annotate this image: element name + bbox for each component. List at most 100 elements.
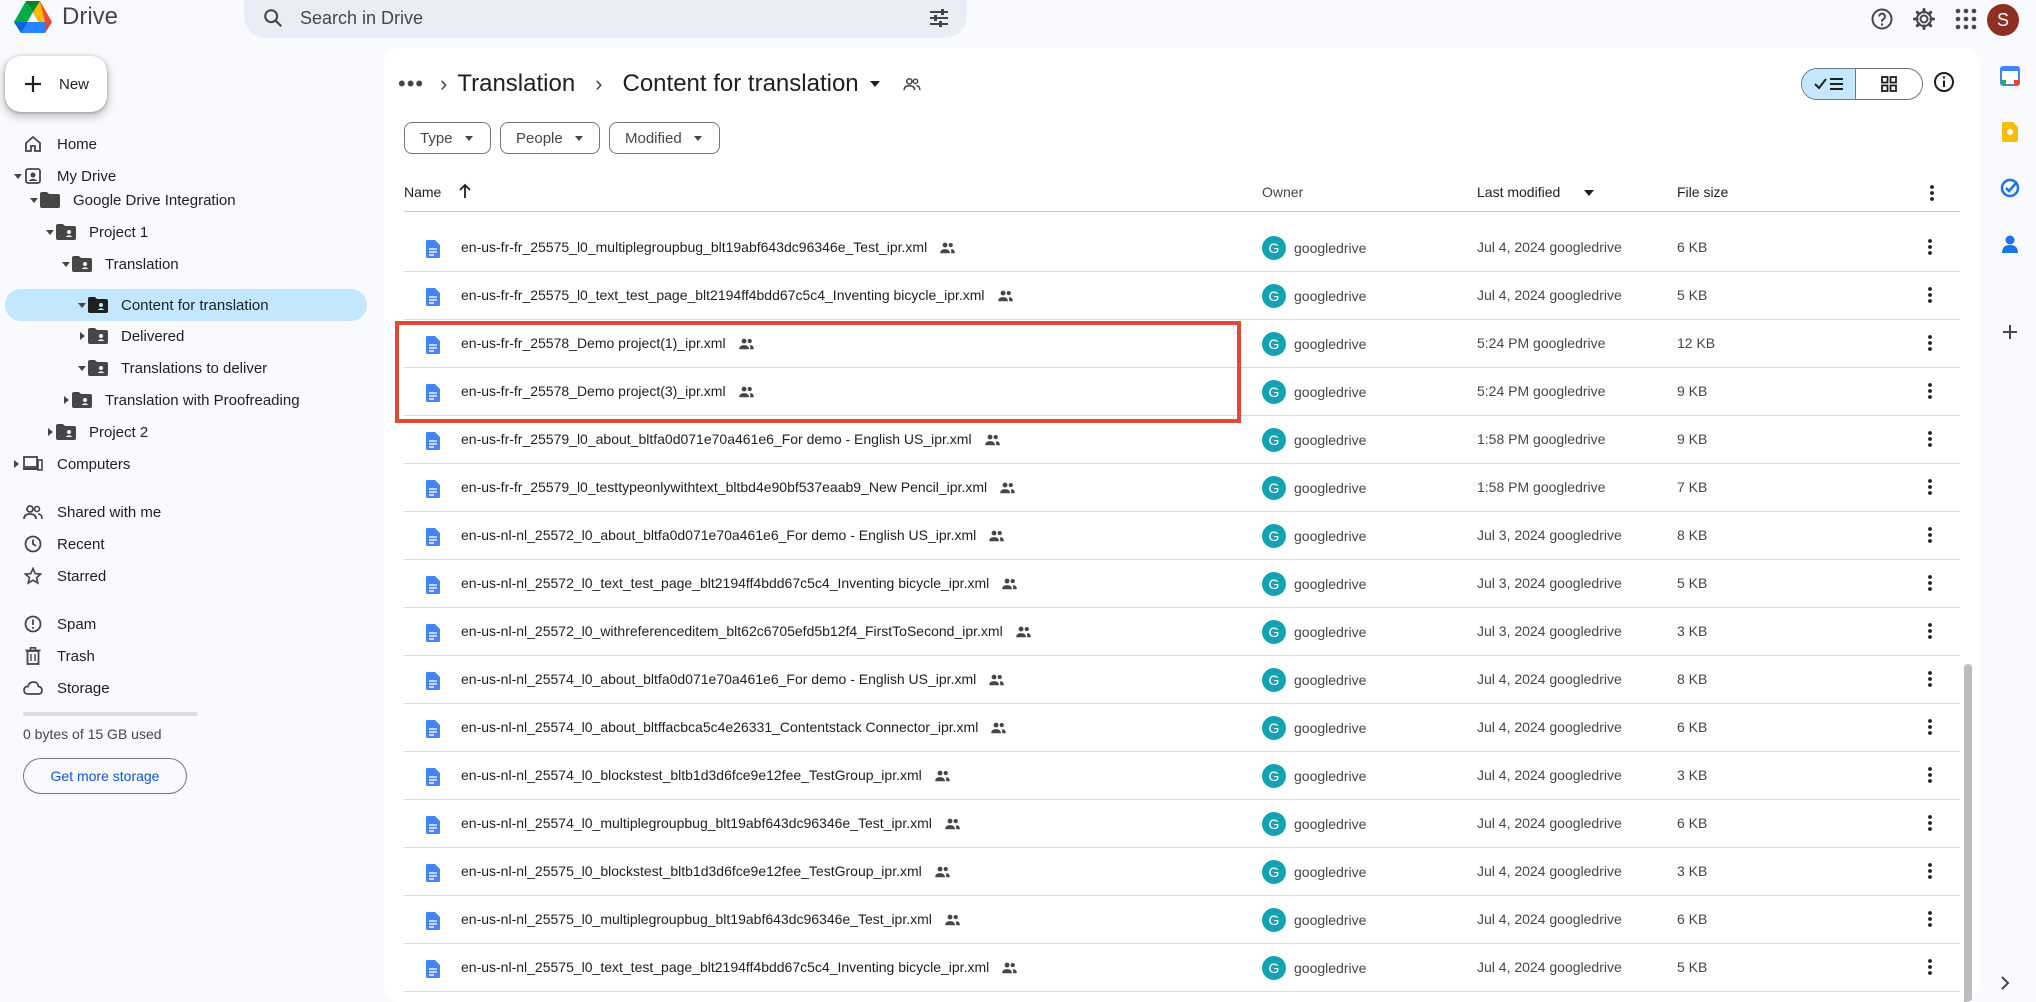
file-name[interactable]: en-us-fr-fr_25575_l0_text_test_page_blt2…: [461, 287, 1014, 303]
table-row[interactable]: en-us-nl-nl_25575_l0_text_test_page_blt2…: [404, 944, 1960, 992]
calendar-app-button[interactable]: [1996, 62, 2024, 90]
file-name[interactable]: en-us-nl-nl_25575_l0_text_test_page_blt2…: [461, 959, 1018, 975]
more-vert-icon[interactable]: [1927, 478, 1933, 496]
column-header-name[interactable]: Name: [404, 184, 441, 200]
drive-logo[interactable]: Drive: [14, 0, 118, 34]
keep-app-button[interactable]: [1996, 118, 2024, 146]
sidebar-item-delivered[interactable]: Delivered: [0, 320, 370, 352]
filter-modified-chip[interactable]: Modified: [609, 122, 720, 154]
collapse-caret-icon[interactable]: [48, 428, 53, 436]
expand-caret-icon[interactable]: [14, 174, 22, 179]
more-vert-icon[interactable]: [1927, 670, 1933, 688]
expand-caret-icon[interactable]: [62, 262, 70, 267]
table-row[interactable]: en-us-fr-fr_25578_Demo project(3)_ipr.xm…: [404, 368, 1960, 416]
dropdown-arrow-icon[interactable]: [869, 80, 881, 88]
expand-caret-icon[interactable]: [30, 198, 38, 203]
sidebar-item-translation-with-proofreading[interactable]: Translation with Proofreading: [0, 384, 370, 416]
file-name[interactable]: en-us-fr-fr_25579_l0_testtypeonlywithtex…: [461, 479, 1016, 495]
more-vert-icon[interactable]: [1927, 574, 1933, 592]
expand-caret-icon[interactable]: [46, 230, 54, 235]
sidebar-item-spam[interactable]: Spam: [0, 608, 370, 640]
chevron-right-icon[interactable]: [2000, 976, 2010, 990]
more-vert-icon[interactable]: [1927, 334, 1933, 352]
grid-view-button[interactable]: [1856, 69, 1922, 99]
sidebar-item-home[interactable]: Home: [0, 128, 370, 160]
tasks-app-button[interactable]: [1996, 174, 2024, 202]
scrollbar[interactable]: [1964, 664, 1972, 1002]
column-header-owner[interactable]: Owner: [1262, 184, 1303, 200]
more-vert-icon[interactable]: [1927, 862, 1933, 880]
column-header-file-size[interactable]: File size: [1677, 184, 1728, 200]
expand-caret-icon[interactable]: [78, 366, 86, 371]
column-header-last-modified[interactable]: Last modified: [1477, 184, 1560, 200]
help-button[interactable]: [1867, 4, 1897, 34]
file-name[interactable]: en-us-nl-nl_25572_l0_about_bltfa0d071e70…: [461, 527, 1005, 543]
filter-people-chip[interactable]: People: [500, 122, 600, 154]
table-row[interactable]: en-us-fr-fr_25578_Demo project(1)_ipr.xm…: [404, 320, 1960, 368]
breadcrumb-more-button[interactable]: •••: [398, 71, 430, 97]
table-row[interactable]: en-us-fr-fr_25575_l0_text_test_page_blt2…: [404, 272, 1960, 320]
more-vert-icon[interactable]: [1927, 958, 1933, 976]
sidebar-item-shared-with-me[interactable]: Shared with me: [0, 496, 370, 528]
settings-button[interactable]: [1909, 4, 1939, 34]
more-vert-icon[interactable]: [1927, 526, 1933, 544]
table-row[interactable]: en-us-nl-nl_25572_l0_withreferenceditem_…: [404, 608, 1960, 656]
file-name[interactable]: en-us-nl-nl_25575_l0_blockstest_bltb1d3d…: [461, 863, 951, 879]
filter-type-chip[interactable]: Type: [404, 122, 491, 154]
sidebar-item-project-2[interactable]: Project 2: [0, 416, 370, 448]
expand-caret-icon[interactable]: [78, 303, 86, 308]
more-vert-icon[interactable]: [1927, 286, 1933, 304]
more-vert-icon[interactable]: [1927, 910, 1933, 928]
sidebar-item-translation[interactable]: Translation: [0, 248, 370, 280]
sort-down-icon[interactable]: [1584, 190, 1594, 196]
file-name[interactable]: en-us-nl-nl_25574_l0_about_bltffacbca5c4…: [461, 719, 1007, 735]
more-vert-icon[interactable]: [1927, 382, 1933, 400]
more-vert-icon[interactable]: [1927, 238, 1933, 256]
table-row[interactable]: en-us-nl-nl_25574_l0_blockstest_bltb1d3d…: [404, 752, 1960, 800]
more-vert-icon[interactable]: [1929, 184, 1935, 202]
sidebar-item-trash[interactable]: Trash: [0, 640, 370, 672]
people-icon[interactable]: [902, 77, 921, 91]
sidebar-item-translations-to-deliver[interactable]: Translations to deliver: [0, 352, 370, 384]
contacts-app-button[interactable]: [1996, 230, 2024, 258]
sidebar-item-project-1[interactable]: Project 1: [0, 216, 370, 248]
info-icon[interactable]: [1932, 70, 1956, 94]
more-vert-icon[interactable]: [1927, 430, 1933, 448]
table-row[interactable]: en-us-nl-nl_25575_l0_multiplegroupbug_bl…: [404, 896, 1960, 944]
sidebar-item-recent[interactable]: Recent: [0, 528, 370, 560]
add-addon-button[interactable]: [1996, 318, 2024, 346]
collapse-caret-icon[interactable]: [64, 396, 69, 404]
file-name[interactable]: en-us-nl-nl_25574_l0_multiplegroupbug_bl…: [461, 815, 961, 831]
table-row[interactable]: en-us-nl-nl_25572_l0_text_test_page_blt2…: [404, 560, 1960, 608]
collapse-caret-icon[interactable]: [14, 460, 19, 468]
breadcrumb-parent[interactable]: Translation: [457, 70, 575, 98]
table-row[interactable]: en-us-nl-nl_25575_l0_blockstest_bltb1d3d…: [404, 848, 1960, 896]
file-name[interactable]: en-us-nl-nl_25572_l0_text_test_page_blt2…: [461, 575, 1018, 591]
apps-button[interactable]: [1951, 4, 1981, 34]
table-row[interactable]: en-us-nl-nl_25574_l0_about_bltffacbca5c4…: [404, 704, 1960, 752]
table-row[interactable]: en-us-fr-fr_25579_l0_about_bltfa0d071e70…: [404, 416, 1960, 464]
more-vert-icon[interactable]: [1927, 766, 1933, 784]
file-name[interactable]: en-us-nl-nl_25574_l0_about_bltfa0d071e70…: [461, 671, 1005, 687]
search-icon[interactable]: [262, 7, 284, 29]
breadcrumb-current[interactable]: Content for translation: [623, 70, 859, 98]
file-name[interactable]: en-us-nl-nl_25574_l0_blockstest_bltb1d3d…: [461, 767, 951, 783]
search-bar[interactable]: [244, 0, 967, 38]
search-options-icon[interactable]: [927, 6, 951, 30]
table-row[interactable]: en-us-fr-fr_25575_l0_multiplegroupbug_bl…: [404, 224, 1960, 272]
file-name[interactable]: en-us-nl-nl_25572_l0_withreferenceditem_…: [461, 623, 1032, 639]
sidebar-item-storage[interactable]: Storage: [0, 672, 370, 704]
new-button[interactable]: New: [5, 56, 107, 112]
more-vert-icon[interactable]: [1927, 718, 1933, 736]
sidebar-item-content-for-translation[interactable]: Content for translation: [5, 289, 367, 321]
sidebar-item-google-drive-integration[interactable]: Google Drive Integration: [0, 184, 370, 216]
table-row[interactable]: en-us-nl-nl_25574_l0_multiplegroupbug_bl…: [404, 800, 1960, 848]
search-input[interactable]: [300, 4, 860, 32]
collapse-caret-icon[interactable]: [80, 332, 85, 340]
file-name[interactable]: en-us-fr-fr_25578_Demo project(1)_ipr.xm…: [461, 335, 755, 351]
sidebar-item-computers[interactable]: Computers: [0, 448, 370, 480]
file-name[interactable]: en-us-nl-nl_25575_l0_multiplegroupbug_bl…: [461, 911, 961, 927]
list-view-button[interactable]: [1802, 69, 1856, 99]
more-vert-icon[interactable]: [1927, 814, 1933, 832]
more-vert-icon[interactable]: [1927, 622, 1933, 640]
